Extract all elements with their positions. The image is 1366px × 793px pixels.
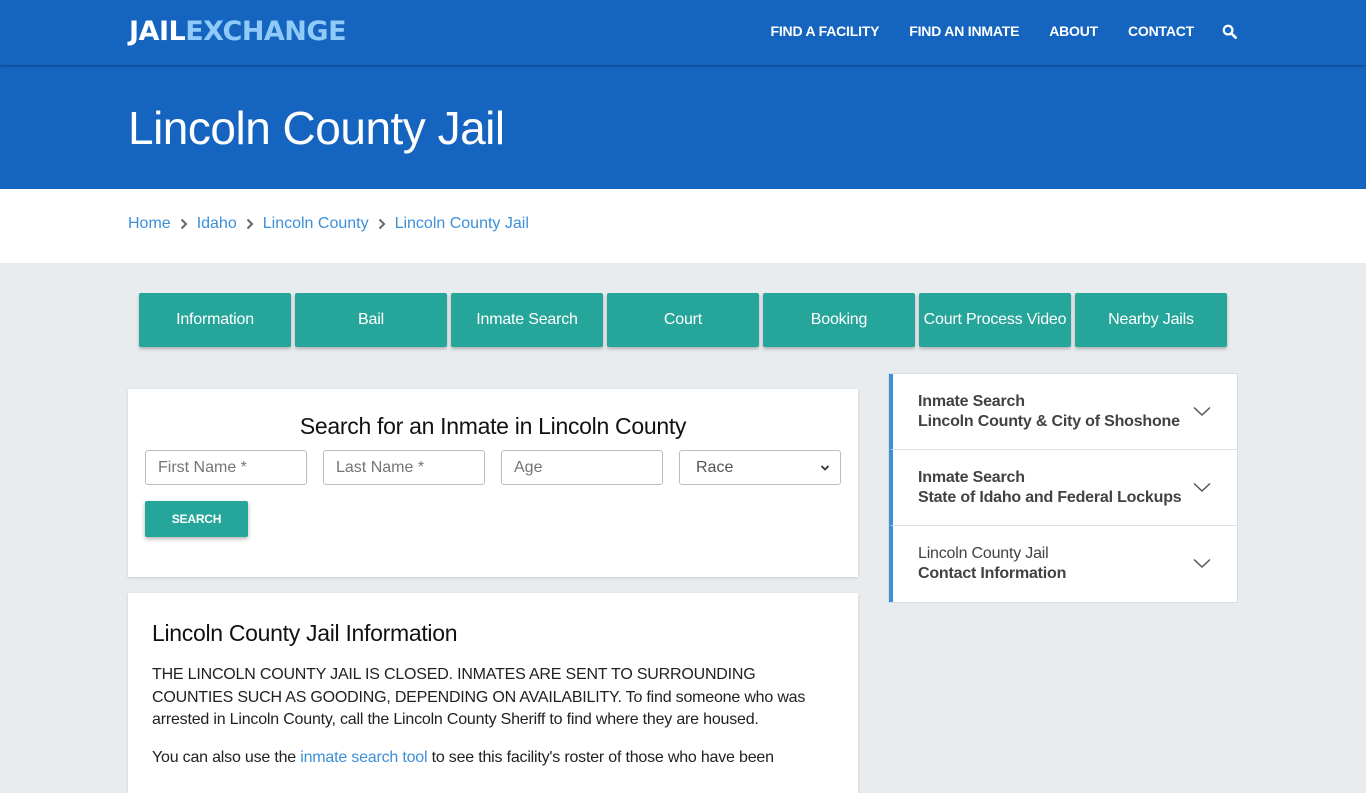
- logo-exchange-text: EXCHANGE: [185, 16, 347, 47]
- accordion-item-subheading: State of Idaho and Federal Lockups: [918, 489, 1182, 506]
- nav-about[interactable]: ABOUT: [1049, 23, 1098, 39]
- tab-court[interactable]: Court: [607, 293, 759, 347]
- tab-inmate-search[interactable]: Inmate Search: [451, 293, 603, 347]
- inmate-search-card: Search for an Inmate in Lincoln County R…: [128, 389, 858, 577]
- race-select-value: Race: [696, 458, 734, 476]
- chevron-down-icon[interactable]: [1193, 480, 1211, 498]
- accordion-item-state-federal-inmate-search[interactable]: Inmate Search State of Idaho and Federal…: [889, 450, 1237, 526]
- tab-court-process-video[interactable]: Court Process Video: [919, 293, 1071, 347]
- tab-information[interactable]: Information: [139, 293, 291, 347]
- logo-jail-text: JAIL: [129, 16, 186, 47]
- breadcrumb-idaho[interactable]: Idaho: [197, 215, 237, 232]
- breadcrumb: Home Idaho Lincoln County Lincoln County…: [128, 215, 529, 233]
- accordion-item-lincoln-inmate-search[interactable]: Inmate Search Lincoln County & City of S…: [889, 374, 1237, 450]
- info-paragraph-search: You can also use the inmate search tool …: [152, 747, 832, 770]
- tab-booking[interactable]: Booking: [763, 293, 915, 347]
- tab-nearby-jails[interactable]: Nearby Jails: [1075, 293, 1227, 347]
- search-button[interactable]: SEARCH: [145, 501, 248, 537]
- nav-contact[interactable]: CONTACT: [1128, 23, 1194, 39]
- hero-banner: Lincoln County Jail: [0, 65, 1366, 189]
- info-text-before-link: You can also use the: [152, 749, 301, 766]
- last-name-input[interactable]: [323, 450, 485, 485]
- search-card-title: Search for an Inmate in Lincoln County: [299, 413, 687, 439]
- jail-info-card: Lincoln County Jail Information THE LINC…: [128, 593, 858, 793]
- top-navbar: JAILEXCHANGE FIND A FACILITY FIND AN INM…: [0, 0, 1366, 65]
- chevron-down-icon[interactable]: [1193, 404, 1211, 422]
- site-logo[interactable]: JAILEXCHANGE: [129, 16, 347, 47]
- info-title: Lincoln County Jail Information: [152, 620, 458, 646]
- accordion-item-heading: Lincoln County Jail: [918, 545, 1049, 562]
- tab-bail[interactable]: Bail: [295, 293, 447, 347]
- chevron-right-icon: [246, 218, 254, 230]
- accordion-item-subheading: Lincoln County & City of Shoshone: [918, 413, 1180, 430]
- accordion-item-heading: Inmate Search: [918, 393, 1025, 410]
- nav-find-a-facility[interactable]: FIND A FACILITY: [771, 23, 880, 39]
- accordion-item-subheading: Contact Information: [918, 565, 1067, 582]
- breadcrumb-lincoln-county-jail[interactable]: Lincoln County Jail: [395, 215, 529, 232]
- main-nav: FIND A FACILITY FIND AN INMATE ABOUT CON…: [741, 0, 1237, 62]
- chevron-right-icon: [378, 218, 386, 230]
- chevron-down-icon[interactable]: [1193, 556, 1211, 574]
- page-title: Lincoln County Jail: [128, 102, 505, 154]
- first-name-input[interactable]: [145, 450, 307, 485]
- age-input[interactable]: [501, 450, 663, 485]
- sidebar-accordion: Inmate Search Lincoln County & City of S…: [888, 373, 1238, 603]
- race-select[interactable]: Race: [679, 450, 841, 485]
- search-icon[interactable]: [1222, 24, 1237, 39]
- breadcrumb-home[interactable]: Home: [128, 215, 171, 232]
- breadcrumb-bar: Home Idaho Lincoln County Lincoln County…: [0, 189, 1366, 263]
- breadcrumb-lincoln-county[interactable]: Lincoln County: [263, 215, 369, 232]
- info-paragraph-closed: THE LINCOLN COUNTY JAIL IS CLOSED. INMAT…: [152, 666, 806, 728]
- accordion-item-heading: Inmate Search: [918, 469, 1025, 486]
- facility-tabs: Information Bail Inmate Search Court Boo…: [139, 293, 1231, 347]
- inmate-search-tool-link[interactable]: inmate search tool: [300, 749, 427, 766]
- info-text-after-link: to see this facility's roster of those w…: [427, 749, 774, 766]
- chevron-down-icon: [820, 459, 830, 477]
- chevron-right-icon: [180, 218, 188, 230]
- accordion-item-contact-information[interactable]: Lincoln County Jail Contact Information: [889, 526, 1237, 602]
- nav-find-an-inmate[interactable]: FIND AN INMATE: [909, 23, 1019, 39]
